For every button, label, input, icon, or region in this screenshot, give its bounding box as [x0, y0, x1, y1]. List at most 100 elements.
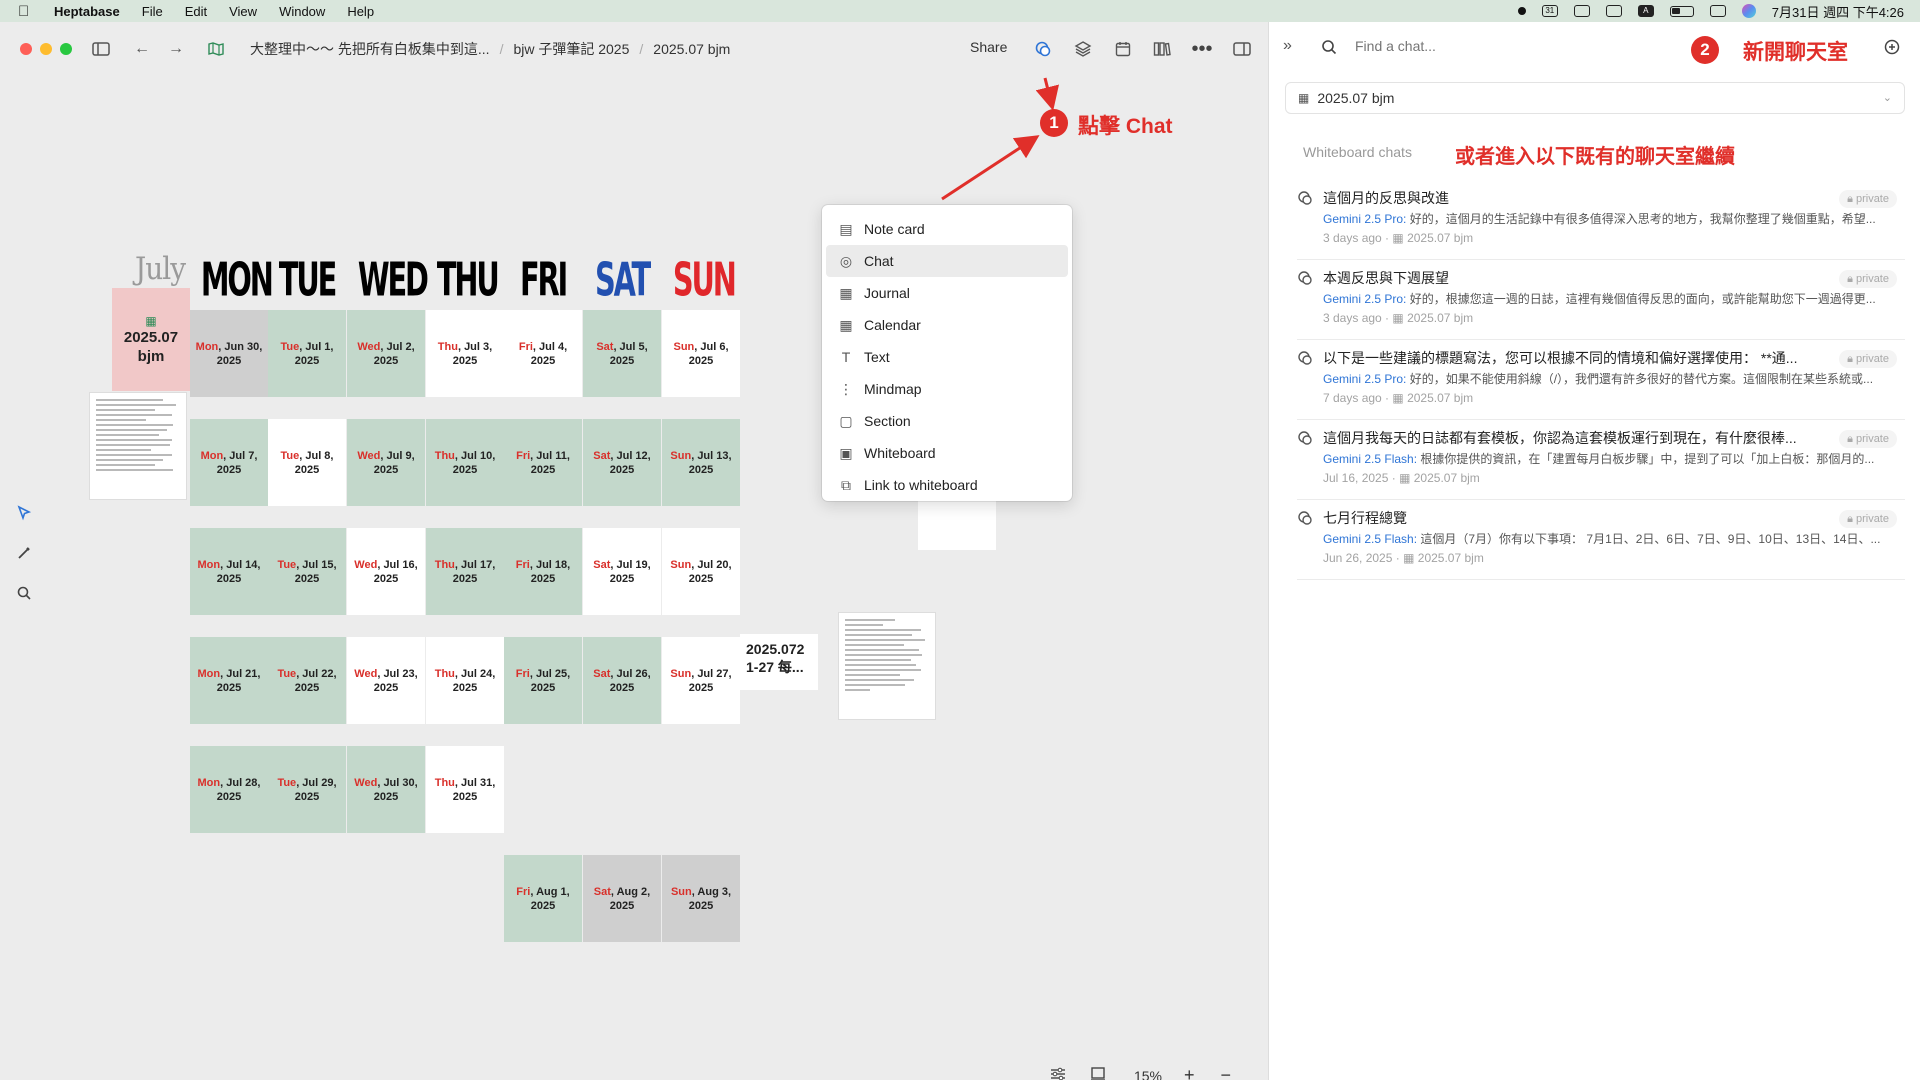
menu-window[interactable]: Window [279, 4, 325, 19]
calendar-day-cell[interactable]: Mon, Jun 30, 2025 [190, 310, 268, 397]
chat-list-item[interactable]: 這個月的反思與改進 Gemini 2.5 Pro: 好的，這個月的生活記錄中有很多… [1297, 180, 1905, 260]
select-cursor-icon[interactable] [13, 502, 35, 524]
apple-menu-icon[interactable]:  [18, 3, 36, 20]
more-options-icon[interactable]: ••• [1191, 38, 1213, 60]
calendar-day-cell[interactable]: Thu, Jul 24, 2025 [426, 637, 504, 724]
calendar-day-cell[interactable]: Tue, Jul 29, 2025 [268, 746, 346, 833]
chat-list-item[interactable]: 七月行程總覽 Gemini 2.5 Flash: 這個月（7月）你有以下事項： 7… [1297, 500, 1905, 580]
calendar-day-cell[interactable]: Thu, Jul 10, 2025 [426, 419, 504, 506]
menu-app-name[interactable]: Heptabase [54, 4, 120, 19]
menu-item-link-to-whiteboard[interactable]: ⧉ Link to whiteboard [826, 469, 1068, 501]
whiteboard-select[interactable]: ▦ 2025.07 bjm ⌄ [1285, 82, 1905, 114]
day-date: , Jul 7, [223, 449, 258, 462]
toggle-sidebar-icon[interactable] [90, 38, 112, 60]
chat-list-item[interactable]: 以下是一些建議的標題寫法，您可以根據不同的情境和偏好選擇使用： **通... Ge… [1297, 340, 1905, 420]
calendar-day-cell[interactable]: Fri, Aug 1, 2025 [504, 855, 582, 942]
calendar-day-cell[interactable]: Wed, Jul 2, 2025 [347, 310, 425, 397]
calendar-day-cell[interactable]: Thu, Jul 17, 2025 [426, 528, 504, 615]
calendar-day-cell[interactable]: Wed, Jul 16, 2025 [347, 528, 425, 615]
calendar-day-cell[interactable]: Thu, Jul 3, 2025 [426, 310, 504, 397]
calendar-day-cell[interactable]: Sun, Jul 6, 2025 [662, 310, 740, 397]
calendar-day-cell[interactable]: Tue, Jul 15, 2025 [268, 528, 346, 615]
menu-item-note-card[interactable]: ▤ Note card [826, 213, 1068, 245]
collapse-panel-icon[interactable]: » [1283, 37, 1292, 55]
calendar-day-cell[interactable]: Sun, Jul 20, 2025 [662, 528, 740, 615]
fit-screen-icon[interactable] [1090, 1067, 1106, 1080]
menubar-clock[interactable]: 7月31日 週四 下午4:26 [1772, 2, 1904, 21]
control-center-icon[interactable] [1709, 5, 1726, 17]
cursor-status-icon[interactable] [1605, 5, 1622, 17]
calendar-day-cell[interactable]: Fri, Jul 4, 2025 [504, 310, 582, 397]
chat-list-item[interactable]: 本週反思與下週展望 Gemini 2.5 Pro: 好的，根據您這一週的日誌，這裡… [1297, 260, 1905, 340]
calendar-day-cell[interactable]: Mon, Jul 28, 2025 [190, 746, 268, 833]
forward-arrow-icon[interactable]: → [165, 38, 187, 60]
menu-edit[interactable]: Edit [185, 4, 207, 19]
zoom-out-button[interactable]: − [1221, 1065, 1232, 1080]
calendar-day-cell[interactable]: Sat, Jul 19, 2025 [583, 528, 661, 615]
minimize-window-button[interactable] [40, 43, 52, 55]
breadcrumb-item[interactable]: bjw 子彈筆記 2025 [513, 39, 629, 59]
recording-dot-icon[interactable] [1517, 7, 1526, 15]
calendar-day-cell[interactable]: Sun, Jul 27, 2025 [662, 637, 740, 724]
whiteboard-board-card[interactable]: ▦ 2025.07 bjm [112, 288, 190, 391]
share-button[interactable]: Share [970, 39, 1007, 55]
close-window-button[interactable] [20, 43, 32, 55]
calendar-day-cell[interactable]: Fri, Jul 25, 2025 [504, 637, 582, 724]
calendar-day-cell[interactable]: Tue, Jul 8, 2025 [268, 419, 346, 506]
calendar-day-cell[interactable]: Sat, Jul 5, 2025 [583, 310, 661, 397]
note-card-title[interactable]: 2025.072 1-27 每... [740, 634, 818, 690]
toggle-right-panel-icon[interactable] [1231, 38, 1253, 60]
calendar-day-cell[interactable]: Mon, Jul 14, 2025 [190, 528, 268, 615]
calendar-day-cell[interactable]: Sun, Aug 3, 2025 [662, 855, 740, 942]
new-chat-icon[interactable] [1883, 38, 1901, 61]
back-arrow-icon[interactable]: ← [131, 38, 153, 60]
pen-tool-icon[interactable] [13, 542, 35, 564]
note-thumbnail[interactable] [838, 612, 936, 720]
zoom-level[interactable]: 15% [1128, 1068, 1168, 1080]
calendar-day-cell[interactable]: Tue, Jul 1, 2025 [268, 310, 346, 397]
chat-icon[interactable] [1032, 38, 1054, 60]
input-method-icon[interactable]: A [1637, 5, 1654, 17]
battery-icon[interactable] [1669, 5, 1694, 17]
calendar-day-cell[interactable]: Sun, Jul 13, 2025 [662, 419, 740, 506]
calendar-day-cell[interactable]: Sat, Jul 26, 2025 [583, 637, 661, 724]
calendar-day-cell[interactable]: Fri, Jul 18, 2025 [504, 528, 582, 615]
menu-item-section[interactable]: ▢ Section [826, 405, 1068, 437]
blank-card[interactable] [918, 494, 996, 550]
calendar-day-cell[interactable]: Mon, Jul 7, 2025 [190, 419, 268, 506]
zoom-in-button[interactable]: + [1184, 1065, 1195, 1080]
layers-icon[interactable] [1072, 38, 1094, 60]
calendar-status-icon[interactable]: 31 [1541, 5, 1558, 17]
calendar-day-cell[interactable]: Wed, Jul 23, 2025 [347, 637, 425, 724]
menu-item-mindmap[interactable]: ⋮ Mindmap [826, 373, 1068, 405]
whiteboard-map-icon[interactable] [205, 38, 227, 60]
menu-item-whiteboard[interactable]: ▣ Whiteboard [826, 437, 1068, 469]
clipboard-status-icon[interactable] [1573, 5, 1590, 17]
menu-item-journal[interactable]: ▦ Journal [826, 277, 1068, 309]
calendar-day-cell[interactable]: Wed, Jul 9, 2025 [347, 419, 425, 506]
calendar-icon[interactable] [1112, 38, 1134, 60]
menu-help[interactable]: Help [347, 4, 374, 19]
menu-view[interactable]: View [229, 4, 257, 19]
zoom-window-button[interactable] [60, 43, 72, 55]
menu-item-chat[interactable]: ◎ Chat [826, 245, 1068, 277]
menu-item-text[interactable]: T Text [826, 341, 1068, 373]
chat-search-input[interactable] [1355, 38, 1575, 54]
library-icon[interactable] [1151, 38, 1173, 60]
calendar-day-cell[interactable]: Tue, Jul 22, 2025 [268, 637, 346, 724]
calendar-day-cell[interactable]: Fri, Jul 11, 2025 [504, 419, 582, 506]
search-icon[interactable] [13, 582, 35, 604]
menu-item-calendar[interactable]: ▦ Calendar [826, 309, 1068, 341]
calendar-day-cell[interactable]: Sat, Aug 2, 2025 [583, 855, 661, 942]
chat-list-item[interactable]: 這個月我每天的日誌都有套模板，你認為這套模板運行到現在，有什麼很棒... Gemi… [1297, 420, 1905, 500]
calendar-day-cell[interactable]: Thu, Jul 31, 2025 [426, 746, 504, 833]
siri-icon[interactable] [1741, 4, 1756, 18]
breadcrumb-item[interactable]: 大整理中～～ 先把所有白板集中到這... [250, 39, 490, 59]
calendar-day-cell[interactable]: Sat, Jul 12, 2025 [583, 419, 661, 506]
calendar-day-cell[interactable]: Mon, Jul 21, 2025 [190, 637, 268, 724]
calendar-day-cell[interactable]: Wed, Jul 30, 2025 [347, 746, 425, 833]
settings-sliders-icon[interactable] [1050, 1067, 1066, 1080]
note-thumbnail[interactable] [89, 392, 187, 500]
breadcrumb-item[interactable]: 2025.07 bjm [653, 41, 730, 57]
menu-file[interactable]: File [142, 4, 163, 19]
